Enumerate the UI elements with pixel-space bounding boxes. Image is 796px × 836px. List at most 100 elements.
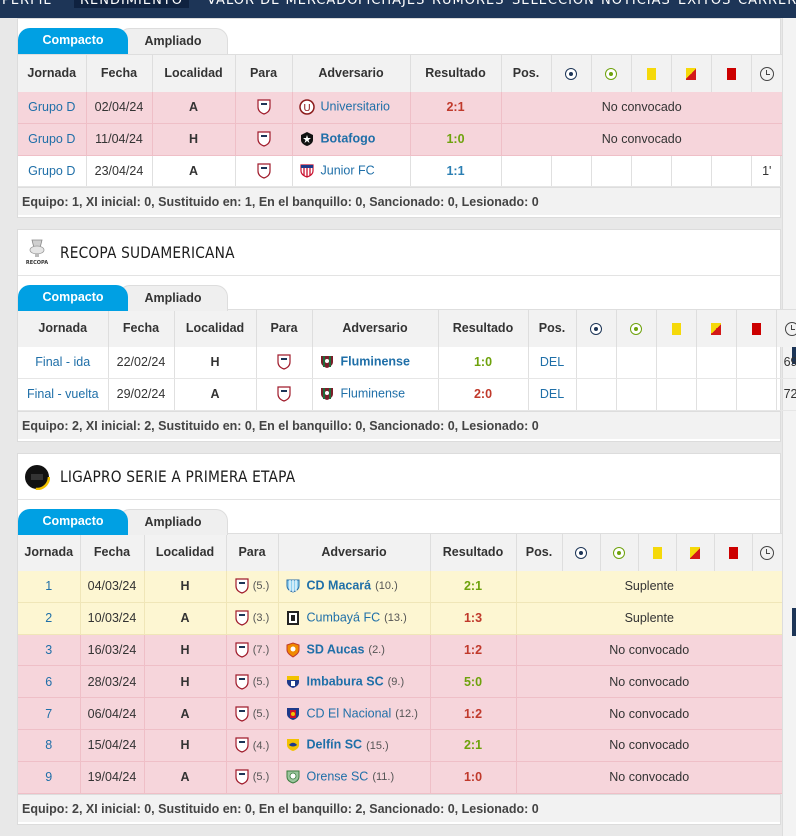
col-para[interactable]: Para (256, 309, 313, 347)
para-cell[interactable]: (7.) (226, 634, 279, 667)
jornada-cell[interactable]: Grupo D (18, 91, 87, 124)
nav-noticias[interactable]: NOTICIAS (601, 0, 671, 8)
para-cell[interactable] (235, 91, 293, 124)
table-row: 9 19/04/24 A (5.) Orense SC (11.) 1:0 No … (18, 761, 782, 794)
opponent-name[interactable]: Botafogo (321, 131, 376, 145)
opponent-name[interactable]: Junior FC (321, 163, 375, 177)
opponent-name[interactable]: Cumbayá FC (307, 610, 381, 624)
resultado-cell[interactable]: 1:2 (430, 697, 517, 730)
col-fecha[interactable]: Fecha (86, 54, 153, 92)
col-red (711, 54, 752, 92)
resultado-cell[interactable]: 2:1 (430, 570, 517, 603)
col-jornada[interactable]: Jornada (18, 309, 109, 347)
resultado-cell[interactable]: 1:3 (430, 602, 517, 635)
adversario-cell[interactable]: CD El Nacional (12.) (278, 697, 431, 730)
resultado-cell[interactable]: 1:2 (430, 634, 517, 667)
col-adversario[interactable]: Adversario (312, 309, 439, 347)
competition-title[interactable]: RECOPA SUDAMERICANA (60, 243, 235, 262)
resultado-cell[interactable]: 1:0 (438, 346, 529, 379)
jornada-cell[interactable]: Final - ida (18, 346, 109, 379)
adversario-cell[interactable]: U Universitario (292, 91, 411, 124)
col-pos[interactable]: Pos. (501, 54, 552, 92)
jornada-cell[interactable]: 8 (18, 729, 81, 762)
jornada-cell[interactable]: Grupo D (18, 123, 87, 156)
opponent-name[interactable]: CD Macará (307, 578, 372, 592)
nav-perfil[interactable]: PERFIL (2, 0, 52, 8)
tab-compacto[interactable]: Compacto (18, 509, 128, 535)
resultado-cell[interactable]: 2:0 (438, 378, 529, 411)
opponent-name[interactable]: Universitario (321, 99, 390, 113)
opponent-name[interactable]: Fluminense (341, 354, 410, 368)
col-fecha[interactable]: Fecha (80, 533, 145, 571)
para-cell[interactable]: (5.) (226, 761, 279, 794)
col-jornada[interactable]: Jornada (18, 54, 87, 92)
jornada-cell[interactable]: 7 (18, 697, 81, 730)
jornada-cell[interactable]: 2 (18, 602, 81, 635)
col-adversario[interactable]: Adversario (292, 54, 411, 92)
opponent-name[interactable]: CD El Nacional (307, 706, 392, 720)
adversario-cell[interactable]: CD Macará (10.) (278, 570, 431, 603)
opponent-name[interactable]: Delfín SC (307, 738, 363, 752)
nav-fichajes[interactable]: FICHAJES (358, 0, 425, 8)
para-cell[interactable]: (5.) (226, 665, 279, 699)
col-localidad[interactable]: Localidad (152, 54, 236, 92)
jornada-cell[interactable]: 3 (18, 634, 81, 667)
col-para[interactable]: Para (226, 533, 279, 571)
jornada-cell[interactable]: 6 (18, 665, 81, 699)
nav-rendimiento[interactable]: RENDIMIENTO (74, 0, 189, 8)
para-cell[interactable]: (5.) (226, 697, 279, 730)
adversario-cell[interactable]: Fluminense (312, 378, 439, 411)
col-localidad[interactable]: Localidad (144, 533, 227, 571)
nav-carrera[interactable]: CARRERA (738, 0, 796, 8)
tab-ampliado[interactable]: Ampliado (118, 285, 228, 311)
para-cell[interactable]: (5.) (226, 570, 279, 603)
col-resultado[interactable]: Resultado (438, 309, 529, 347)
adversario-cell[interactable]: Botafogo (292, 123, 411, 156)
col-adversario[interactable]: Adversario (278, 533, 431, 571)
jornada-cell[interactable]: 1 (18, 570, 81, 603)
para-cell[interactable] (256, 378, 313, 411)
para-cell[interactable] (235, 155, 293, 188)
opponent-name[interactable]: Fluminense (341, 386, 406, 400)
resultado-cell[interactable]: 2:1 (410, 91, 502, 124)
adversario-cell[interactable]: Fluminense (312, 346, 439, 379)
tab-compacto[interactable]: Compacto (18, 28, 128, 54)
para-cell[interactable] (235, 123, 293, 156)
resultado-cell[interactable]: 1:0 (430, 761, 517, 794)
adversario-cell[interactable]: Junior FC (292, 155, 411, 188)
tab-ampliado[interactable]: Ampliado (118, 509, 228, 535)
nav-valor-de-mercado[interactable]: VALOR DE MERCADO (207, 0, 359, 8)
para-cell[interactable] (256, 346, 313, 379)
resultado-cell[interactable]: 1:0 (410, 123, 502, 156)
nav-rumores[interactable]: RUMORES (432, 0, 505, 8)
adversario-cell[interactable]: Orense SC (11.) (278, 761, 431, 794)
tab-ampliado[interactable]: Ampliado (118, 28, 228, 54)
opponent-name[interactable]: Orense SC (307, 769, 369, 783)
col-localidad[interactable]: Localidad (174, 309, 257, 347)
jornada-cell[interactable]: Final - vuelta (18, 378, 109, 411)
competition-title[interactable]: LIGAPRO SERIE A PRIMERA ETAPA (60, 467, 295, 486)
col-jornada[interactable]: Jornada (18, 533, 81, 571)
nav-seleccion[interactable]: SELECCIÓN (512, 0, 595, 8)
col-fecha[interactable]: Fecha (108, 309, 175, 347)
col-pos[interactable]: Pos. (528, 309, 577, 347)
col-resultado[interactable]: Resultado (430, 533, 517, 571)
col-pos[interactable]: Pos. (516, 533, 563, 571)
resultado-cell[interactable]: 2:1 (430, 729, 517, 762)
jornada-cell[interactable]: Grupo D (18, 155, 87, 188)
para-cell[interactable]: (3.) (226, 602, 279, 635)
nav-exitos[interactable]: ÉXITOS (678, 0, 731, 8)
adversario-cell[interactable]: Imbabura SC (9.) (278, 665, 431, 699)
adversario-cell[interactable]: Delfín SC (15.) (278, 729, 431, 762)
jornada-cell[interactable]: 9 (18, 761, 81, 794)
opponent-name[interactable]: Imbabura SC (307, 674, 384, 688)
tab-compacto[interactable]: Compacto (18, 285, 128, 311)
adversario-cell[interactable]: Cumbayá FC (13.) (278, 602, 431, 635)
col-para[interactable]: Para (235, 54, 293, 92)
resultado-cell[interactable]: 5:0 (430, 665, 517, 699)
col-resultado[interactable]: Resultado (410, 54, 502, 92)
resultado-cell[interactable]: 1:1 (410, 155, 502, 188)
para-cell[interactable]: (4.) (226, 729, 279, 762)
opponent-name[interactable]: SD Aucas (307, 642, 365, 656)
adversario-cell[interactable]: SD Aucas (2.) (278, 634, 431, 667)
